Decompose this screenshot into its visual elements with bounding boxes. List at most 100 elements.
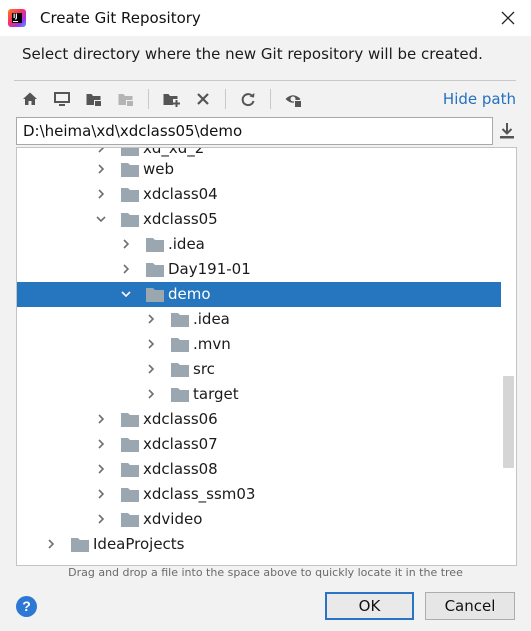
folder-icon: [121, 513, 139, 527]
chevron-right-icon[interactable]: [95, 438, 107, 450]
desktop-button[interactable]: [46, 86, 78, 112]
tree-scrollbar[interactable]: [501, 148, 516, 565]
folder-icon: [146, 288, 164, 302]
ok-button[interactable]: OK: [325, 592, 414, 620]
folder-icon: [121, 148, 139, 156]
chevron-right-icon[interactable]: [120, 263, 132, 275]
tree-row-xdvideo[interactable]: xdvideo: [17, 507, 501, 532]
intellij-app-icon: IJ: [8, 9, 26, 27]
tree-item-label: xdclass04: [143, 185, 218, 203]
folder-icon: [121, 413, 139, 427]
window-title: Create Git Repository: [40, 9, 201, 27]
tree-row-xdclass06[interactable]: xdclass06: [17, 407, 501, 432]
tree-item-label: demo: [168, 285, 211, 303]
tree-row-src[interactable]: src: [17, 357, 501, 382]
tree-item-label: IdeaProjects: [93, 535, 185, 553]
folder-icon: [171, 313, 189, 327]
chevron-right-icon[interactable]: [145, 313, 157, 325]
tree-row-target[interactable]: target: [17, 382, 501, 407]
tree-row-xdclass08[interactable]: xdclass08: [17, 457, 501, 482]
tree-item-label: xdclass08: [143, 460, 218, 478]
module-folder-icon: [118, 94, 134, 107]
chevron-right-icon[interactable]: [95, 463, 107, 475]
delete-icon: [197, 93, 209, 105]
tree-row-mvn[interactable]: .mvn: [17, 332, 501, 357]
tree-row-idea[interactable]: .idea: [17, 307, 501, 332]
folder-icon: [146, 263, 164, 277]
chevron-right-icon[interactable]: [95, 413, 107, 425]
tree-row-xdclass04[interactable]: xdclass04: [17, 182, 501, 207]
chevron-right-icon[interactable]: [95, 513, 107, 525]
directory-tree[interactable]: xd_xd_2 web xdclass04 xdclass05 .idea Da…: [16, 147, 517, 566]
module-folder-button[interactable]: [110, 86, 142, 112]
cancel-button[interactable]: Cancel: [425, 592, 515, 620]
tree-row-xdclass07[interactable]: xdclass07: [17, 432, 501, 457]
new-folder-button[interactable]: [155, 86, 187, 112]
tree-item-label: xdclass_ssm03: [143, 485, 256, 503]
folder-icon: [121, 213, 139, 227]
toolbar: [14, 86, 309, 112]
tree-item-label: src: [193, 360, 215, 378]
download-icon: [500, 123, 514, 139]
tree-item-label: xdclass06: [143, 410, 218, 428]
tree-row-web[interactable]: web: [17, 157, 501, 182]
tree-row-day191-01[interactable]: Day191-01: [17, 257, 501, 282]
folder-icon: [121, 463, 139, 477]
dialog-description: Select directory where the new Git repos…: [22, 45, 483, 63]
folder-icon: [121, 188, 139, 202]
folder-icon: [171, 338, 189, 352]
chevron-right-icon[interactable]: [95, 147, 107, 154]
tree-row-xdclass05[interactable]: xdclass05: [17, 207, 501, 232]
folder-icon: [146, 238, 164, 252]
toolbar-separator: [270, 89, 271, 109]
refresh-button[interactable]: [232, 86, 264, 112]
show-hidden-icon: [285, 95, 302, 108]
project-folder-icon: [86, 94, 102, 107]
close-button[interactable]: [485, 0, 531, 36]
chevron-down-icon[interactable]: [120, 288, 132, 300]
desktop-icon: [54, 92, 70, 106]
tree-item-label: xd_xd_2: [143, 147, 205, 157]
tree-item-label: .idea: [168, 235, 205, 253]
toolbar-separator: [148, 89, 149, 109]
chevron-right-icon[interactable]: [95, 488, 107, 500]
chevron-right-icon[interactable]: [95, 188, 107, 200]
download-path-button[interactable]: [497, 120, 517, 142]
tree-item-label: xdclass05: [143, 210, 218, 228]
chevron-right-icon[interactable]: [45, 538, 57, 550]
tree-row-demo-selected[interactable]: demo: [17, 282, 516, 307]
title-bar: IJ Create Git Repository: [0, 0, 531, 36]
show-hidden-button[interactable]: [277, 86, 309, 112]
tree-item-label: target: [193, 385, 239, 403]
chevron-right-icon[interactable]: [145, 388, 157, 400]
folder-icon: [171, 388, 189, 402]
tree-item-label: xdclass07: [143, 435, 218, 453]
home-icon: [23, 92, 37, 105]
close-icon: [501, 11, 515, 25]
tree-item-label: Day191-01: [168, 260, 251, 278]
tree-item-label: web: [143, 160, 175, 178]
path-input[interactable]: [16, 117, 493, 145]
divider: [14, 80, 516, 81]
help-button[interactable]: ?: [16, 596, 37, 617]
scrollbar-thumb[interactable]: [503, 376, 514, 468]
home-button[interactable]: [14, 86, 46, 112]
chevron-right-icon[interactable]: [145, 363, 157, 375]
delete-button[interactable]: [187, 86, 219, 112]
drag-drop-hint: Drag and drop a file into the space abov…: [68, 566, 463, 579]
tree-item-label: xdvideo: [143, 510, 203, 528]
folder-icon: [171, 363, 189, 377]
folder-icon: [71, 538, 89, 552]
tree-row-ideaprojects[interactable]: IdeaProjects: [17, 532, 501, 557]
tree-item-label: .mvn: [193, 335, 231, 353]
chevron-right-icon[interactable]: [145, 338, 157, 350]
folder-icon: [121, 438, 139, 452]
tree-item-label: .idea: [193, 310, 230, 328]
chevron-right-icon[interactable]: [120, 238, 132, 250]
chevron-down-icon[interactable]: [95, 213, 107, 225]
tree-row-xdclass-ssm03[interactable]: xdclass_ssm03: [17, 482, 501, 507]
tree-row-idea[interactable]: .idea: [17, 232, 501, 257]
chevron-right-icon[interactable]: [95, 163, 107, 175]
hide-path-link[interactable]: Hide path: [443, 90, 516, 108]
project-folder-button[interactable]: [78, 86, 110, 112]
